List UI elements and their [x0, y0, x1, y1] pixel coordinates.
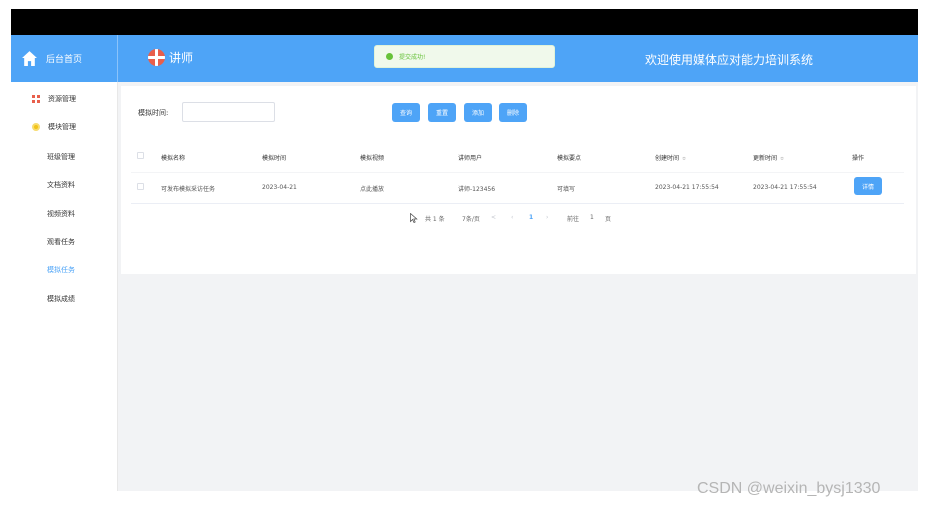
column-header-time: 模拟时间 [262, 155, 287, 162]
sidebar-item-label: 观看任务 [47, 238, 75, 246]
column-header-name: 模拟名称 [161, 155, 186, 162]
current-page[interactable]: 1 [529, 214, 533, 221]
column-header-points: 模拟要点 [557, 155, 582, 162]
filter-label: 模拟时间: [138, 109, 169, 117]
browser-top-bar [11, 9, 918, 35]
sidebar: 资源管理 模块管理 班级管理 文档资料 视频资料 观看任务 模拟任务 模拟成绩 [11, 82, 118, 491]
prev-page-icon[interactable]: < [491, 214, 496, 221]
sidebar-item-label: 班级管理 [47, 153, 75, 161]
content-card: 模拟时间: 查询 重置 添加 删除 模拟名称 模拟时间 模拟视频 讲师用户 模拟… [121, 86, 916, 274]
simulation-time-input[interactable] [182, 102, 275, 122]
add-button[interactable]: 添加 [464, 103, 492, 122]
cell-points: 可填写 [557, 186, 576, 193]
column-header-updated-label: 更新时间 [753, 155, 778, 162]
brand-logo-icon [148, 49, 165, 66]
sidebar-item-label: 模拟成绩 [47, 295, 75, 303]
sidebar-item-module[interactable]: 模块管理 [11, 117, 118, 137]
sidebar-item-label: 模拟任务 [47, 266, 75, 274]
column-header-created[interactable]: 创建时间 ≎ [655, 153, 686, 162]
brand: 讲师 [148, 49, 193, 66]
cell-video-link[interactable]: 点此播放 [360, 184, 384, 193]
table-header-divider [131, 172, 904, 173]
cell-name: 可发布模拟采访任务 [161, 186, 216, 193]
sort-icon: ≎ [682, 156, 687, 162]
reset-button[interactable]: 重置 [428, 103, 456, 122]
cell-time: 2023-04-21 [262, 184, 297, 191]
screen: 后台首页 讲师 提交成功! 欢迎使用媒体应对能力培训系统 资源管理 模块管理 班… [0, 0, 929, 509]
page-size-select[interactable]: 7条/页 [462, 214, 480, 223]
sidebar-item-label: 资源管理 [48, 95, 76, 103]
sidebar-item-resource[interactable]: 资源管理 [11, 89, 118, 109]
goto-page-input[interactable]: 1 [590, 214, 594, 221]
next-page-icon[interactable]: › [546, 214, 548, 221]
sidebar-item-label: 视频资料 [47, 210, 75, 218]
success-check-icon [386, 53, 393, 60]
sort-icon: ≎ [780, 156, 785, 162]
pagination-total: 共 1 条 [425, 216, 445, 223]
goto-label: 前往 [567, 216, 580, 223]
column-header-created-label: 创建时间 [655, 155, 680, 162]
column-header-action: 操作 [852, 155, 865, 162]
column-header-video: 模拟视频 [360, 155, 385, 162]
sidebar-item-label: 模块管理 [48, 123, 76, 131]
column-header-updated[interactable]: 更新时间 ≎ [753, 153, 784, 162]
home-icon [22, 51, 37, 66]
prev-page-icon[interactable]: ‹ [511, 214, 513, 221]
table-row-divider [131, 203, 904, 204]
sidebar-item-simulation-score[interactable]: 模拟成绩 [11, 289, 118, 309]
query-button[interactable]: 查询 [392, 103, 420, 122]
flower-icon [32, 123, 40, 131]
brand-label: 讲师 [169, 51, 194, 65]
sidebar-item-label: 文档资料 [47, 181, 75, 189]
header-bar: 后台首页 讲师 提交成功! 欢迎使用媒体应对能力培训系统 [11, 35, 918, 82]
sidebar-item-documents[interactable]: 文档资料 [11, 175, 118, 195]
cell-teacher: 讲师-123456 [458, 186, 496, 193]
watermark: CSDN @weixin_bysj1330 [697, 480, 881, 497]
select-all-checkbox[interactable] [137, 152, 144, 159]
detail-button[interactable]: 详情 [854, 177, 882, 195]
home-label: 后台首页 [46, 55, 83, 65]
grid-icon [32, 95, 40, 103]
system-title: 欢迎使用媒体应对能力培训系统 [645, 53, 814, 67]
row-checkbox[interactable] [137, 183, 144, 190]
sidebar-item-videos[interactable]: 视频资料 [11, 204, 118, 224]
sidebar-item-watch-task[interactable]: 观看任务 [11, 232, 118, 252]
cell-updated: 2023-04-21 17:55:54 [753, 184, 817, 191]
app-window: 后台首页 讲师 提交成功! 欢迎使用媒体应对能力培训系统 资源管理 模块管理 班… [11, 35, 918, 491]
success-toast: 提交成功! [374, 45, 555, 68]
sidebar-item-simulation-task[interactable]: 模拟任务 [11, 260, 118, 280]
sidebar-item-class[interactable]: 班级管理 [11, 147, 118, 167]
home-link[interactable]: 后台首页 [11, 35, 118, 82]
column-header-teacher: 讲师用户 [458, 155, 483, 162]
delete-button[interactable]: 删除 [499, 103, 527, 122]
mouse-cursor-icon [410, 213, 418, 223]
cell-created: 2023-04-21 17:55:54 [655, 184, 719, 191]
toast-message: 提交成功! [399, 54, 426, 61]
goto-page-suffix: 页 [605, 216, 612, 223]
